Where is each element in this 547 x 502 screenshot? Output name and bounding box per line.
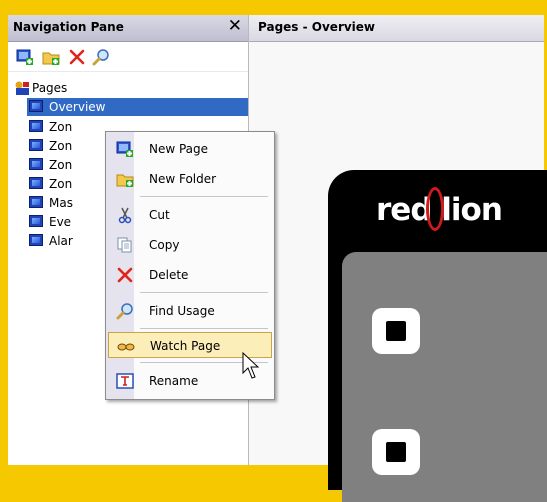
tree-item-label: Zon (49, 177, 73, 191)
find-icon (116, 303, 133, 320)
menu-item-label: Delete (149, 268, 189, 282)
page-icon (29, 234, 43, 246)
tree-item[interactable]: Mas (27, 194, 107, 212)
soft-key-button[interactable] (372, 308, 420, 354)
menu-item-label: New Page (149, 142, 209, 156)
tree-root-pages[interactable]: Pages (14, 79, 164, 97)
page-icon (29, 177, 43, 189)
tree-item-label: Zon (49, 139, 73, 153)
menu-item-copy[interactable]: Copy (108, 232, 272, 258)
scissors-icon (118, 207, 132, 224)
page-canvas[interactable]: red lion (249, 42, 547, 502)
menu-item-label: Rename (149, 374, 199, 388)
menu-item-delete[interactable]: Delete (108, 262, 272, 288)
delete-icon (117, 267, 133, 283)
tree-item[interactable]: Zon (27, 137, 107, 155)
menu-item-new-page[interactable]: New Page (108, 136, 272, 162)
tree-item[interactable]: Zon (27, 156, 107, 174)
tree-item-label: Zon (49, 120, 73, 134)
soft-key-button[interactable] (372, 429, 420, 475)
menu-item-find-usage[interactable]: Find Usage (108, 298, 272, 324)
tree-item-label: Eve (49, 215, 72, 229)
menu-separator (140, 328, 268, 329)
tree-item[interactable]: Zon (27, 175, 107, 193)
menu-item-label: Cut (149, 208, 170, 222)
menu-separator (140, 292, 268, 293)
menu-item-label: Copy (149, 238, 180, 252)
editor-pane: Pages - Overview red lion (249, 15, 547, 502)
menu-item-cut[interactable]: Cut (108, 202, 272, 228)
page-icon (29, 215, 43, 227)
logo-mark-icon (426, 187, 444, 231)
tree-item[interactable]: Zon (27, 118, 107, 136)
new-folder-icon (116, 174, 134, 187)
menu-item-label: New Folder (149, 172, 217, 186)
editor-header: Pages - Overview (249, 15, 544, 42)
mouse-pointer-icon (242, 352, 260, 379)
new-folder-icon[interactable] (42, 48, 60, 66)
tree-item-label: Overview (49, 100, 106, 114)
page-icon (29, 158, 43, 170)
delete-icon[interactable] (68, 48, 86, 66)
new-page-icon (116, 141, 133, 157)
editor-title: Pages - Overview (258, 20, 376, 34)
glasses-icon (117, 343, 135, 351)
tree-item-overview[interactable]: Overview (27, 98, 248, 116)
copy-icon (117, 237, 132, 253)
new-page-icon[interactable] (16, 48, 34, 66)
menu-item-new-folder[interactable]: New Folder (108, 166, 272, 192)
page-icon (29, 100, 43, 112)
tree-item[interactable]: Alar (27, 232, 107, 250)
nav-toolbar (8, 42, 248, 72)
tree-item-label: Mas (49, 196, 73, 210)
device-bezel: red lion (328, 170, 547, 502)
tree-root-label: Pages (32, 81, 68, 95)
app-window: Navigation Pane ✕ Pages Overview Zon Zon… (8, 15, 547, 502)
tree-item-label: Zon (49, 158, 73, 172)
nav-title: Navigation Pane (13, 20, 124, 34)
page-icon (29, 120, 43, 132)
menu-separator (140, 196, 268, 197)
rename-icon (116, 373, 134, 389)
menu-item-label: Find Usage (149, 304, 215, 318)
tree-item[interactable]: Eve (27, 213, 107, 231)
pages-folder-icon (15, 81, 29, 95)
page-icon (29, 139, 43, 151)
page-icon (29, 196, 43, 208)
menu-item-label: Watch Page (150, 339, 221, 353)
close-icon[interactable]: ✕ (228, 18, 242, 35)
find-icon[interactable] (92, 48, 110, 66)
nav-header: Navigation Pane ✕ (8, 15, 248, 42)
tree-item-label: Alar (49, 234, 73, 248)
